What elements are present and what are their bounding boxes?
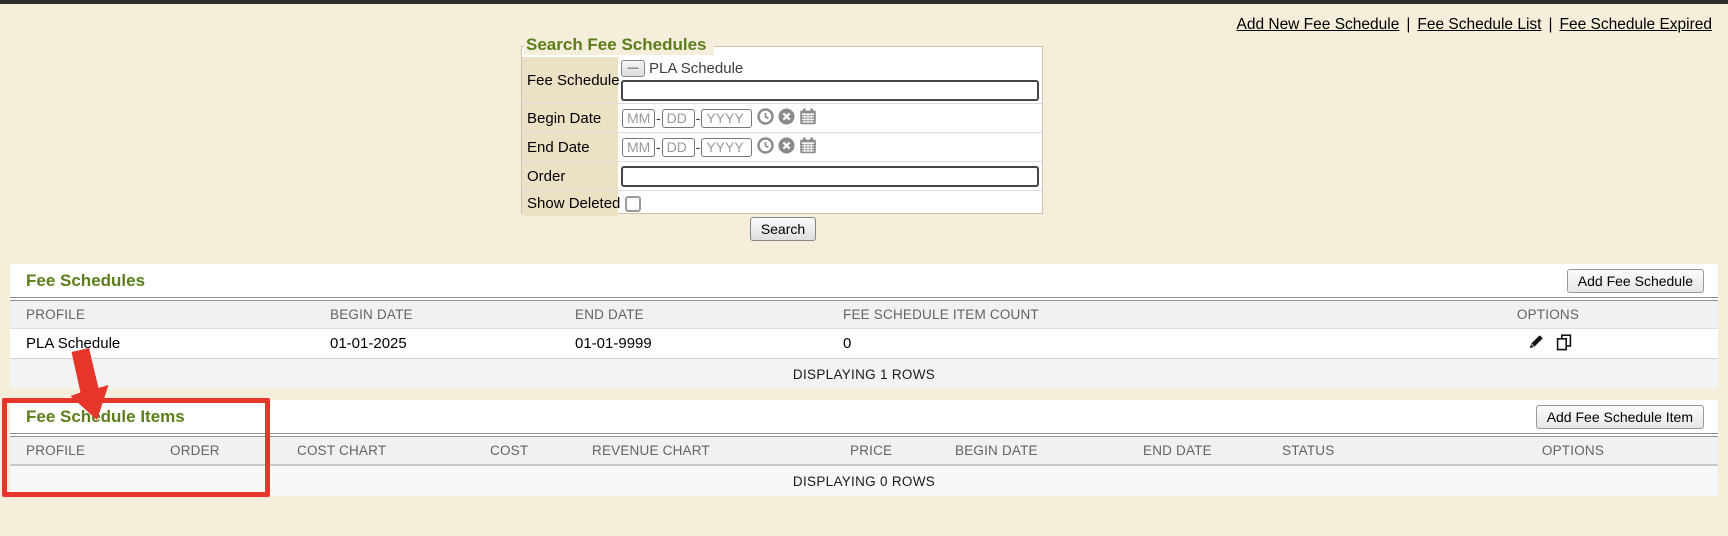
fee-schedule-field-row: Fee Schedule — PLA Schedule: [522, 57, 1042, 103]
fee-schedule-value-area: — PLA Schedule: [618, 57, 1042, 103]
copy-row-button[interactable]: [1555, 334, 1573, 354]
fee-schedules-header: Fee Schedules Add Fee Schedule: [10, 264, 1718, 297]
column-header: COST: [490, 443, 592, 458]
add-fee-schedule-item-button[interactable]: Add Fee Schedule Item: [1536, 405, 1704, 429]
date-separator: -: [696, 139, 701, 155]
cell-item-count: 0: [843, 335, 1378, 352]
begin-date-month-input[interactable]: [622, 109, 655, 128]
begin-date-year-input[interactable]: [701, 109, 752, 128]
column-header: BEGIN DATE: [955, 443, 1143, 458]
begin-date-time-button[interactable]: [757, 108, 774, 128]
link-separator: |: [1548, 16, 1552, 33]
link-fee-schedule-list[interactable]: Fee Schedule List: [1417, 16, 1541, 33]
column-header: OPTIONS: [1428, 443, 1718, 458]
panel-legend: Search Fee Schedules: [524, 35, 714, 55]
fee-schedule-items-section: Fee Schedule Items Add Fee Schedule Item…: [10, 400, 1718, 496]
fee-schedule-items-header: Fee Schedule Items Add Fee Schedule Item: [10, 400, 1718, 433]
column-header: ORDER: [170, 443, 297, 458]
column-header: END DATE: [1143, 443, 1282, 458]
edit-row-button[interactable]: [1528, 334, 1544, 353]
top-border: [0, 0, 1728, 4]
circle-x-icon: [778, 137, 795, 157]
date-separator: -: [656, 139, 661, 155]
copy-icon: [1555, 334, 1573, 354]
end-date-month-input[interactable]: [622, 138, 655, 157]
show-deleted-value-area: [618, 191, 1042, 216]
quick-links: Add New Fee Schedule | Fee Schedule List | F…: [1236, 16, 1712, 34]
order-value-area: [618, 162, 1042, 190]
begin-date-day-input[interactable]: [662, 109, 695, 128]
column-header: PRICE: [850, 443, 955, 458]
order-field-row: Order: [522, 161, 1042, 190]
circle-x-icon: [778, 108, 795, 128]
link-add-new-fee-schedule[interactable]: Add New Fee Schedule: [1236, 16, 1399, 33]
cell-options: [1378, 334, 1718, 354]
fee-schedule-label: Fee Schedule: [522, 57, 618, 103]
column-header: REVENUE CHART: [592, 443, 850, 458]
end-date-value-area: - -: [618, 133, 1042, 161]
begin-date-value-area: - -: [618, 104, 1042, 132]
column-header: PROFILE: [10, 307, 330, 322]
end-date-label: End Date: [522, 133, 618, 161]
column-header: COST CHART: [297, 443, 490, 458]
search-fee-schedules-panel: Search Fee Schedules Fee Schedule — PLA …: [521, 46, 1043, 214]
begin-date-label: Begin Date: [522, 104, 618, 132]
column-header: BEGIN DATE: [330, 307, 575, 322]
selected-fee-schedule: — PLA Schedule: [621, 58, 743, 79]
cell-end-date: 01-01-9999: [575, 335, 843, 352]
show-deleted-field-row: Show Deleted: [522, 190, 1042, 216]
fee-schedule-input[interactable]: [621, 80, 1039, 101]
show-deleted-checkbox[interactable]: [625, 196, 641, 212]
column-header: FEE SCHEDULE ITEM COUNT: [843, 307, 1378, 322]
calendar-icon: [799, 137, 817, 157]
cell-profile: PLA Schedule: [10, 335, 330, 352]
end-date-calendar-button[interactable]: [799, 137, 817, 157]
section-title: Fee Schedule Items: [26, 407, 185, 427]
link-fee-schedule-expired[interactable]: Fee Schedule Expired: [1559, 16, 1712, 33]
cell-begin-date: 01-01-2025: [330, 335, 575, 352]
calendar-icon: [799, 108, 817, 128]
fee-schedules-table-header: PROFILEBEGIN DATEEND DATEFEE SCHEDULE IT…: [10, 301, 1718, 329]
selected-fee-schedule-label: PLA Schedule: [649, 60, 743, 77]
date-separator: -: [696, 110, 701, 126]
end-date-clear-button[interactable]: [778, 137, 795, 157]
begin-date-clear-button[interactable]: [778, 108, 795, 128]
pencil-icon: [1528, 334, 1544, 353]
add-fee-schedule-button[interactable]: Add Fee Schedule: [1567, 269, 1704, 293]
order-input[interactable]: [621, 166, 1039, 187]
show-deleted-label: Show Deleted: [522, 191, 618, 216]
table-footer: DISPLAYING 0 ROWS: [10, 466, 1718, 496]
table-row: PLA Schedule 01-01-2025 01-01-9999 0: [10, 329, 1718, 359]
begin-date-field-row: Begin Date - -: [522, 103, 1042, 132]
end-date-year-input[interactable]: [701, 138, 752, 157]
link-separator: |: [1406, 16, 1410, 33]
column-header: STATUS: [1282, 443, 1428, 458]
fee-schedule-items-table-header: PROFILEORDERCOST CHARTCOSTREVENUE CHARTP…: [10, 437, 1718, 466]
remove-selected-button[interactable]: —: [621, 60, 645, 77]
table-footer: DISPLAYING 1 ROWS: [10, 359, 1718, 389]
clock-icon: [757, 108, 774, 128]
section-title: Fee Schedules: [26, 271, 145, 291]
end-date-day-input[interactable]: [662, 138, 695, 157]
begin-date-calendar-button[interactable]: [799, 108, 817, 128]
fee-schedules-section: Fee Schedules Add Fee Schedule PROFILEBE…: [10, 264, 1718, 389]
search-button[interactable]: Search: [750, 217, 816, 241]
page: Add New Fee Schedule | Fee Schedule List | F…: [0, 0, 1728, 536]
column-header: PROFILE: [10, 443, 170, 458]
date-separator: -: [656, 110, 661, 126]
end-date-time-button[interactable]: [757, 137, 774, 157]
order-label: Order: [522, 162, 618, 190]
clock-icon: [757, 137, 774, 157]
end-date-field-row: End Date - -: [522, 132, 1042, 161]
column-header: END DATE: [575, 307, 843, 322]
column-header: OPTIONS: [1378, 307, 1718, 322]
